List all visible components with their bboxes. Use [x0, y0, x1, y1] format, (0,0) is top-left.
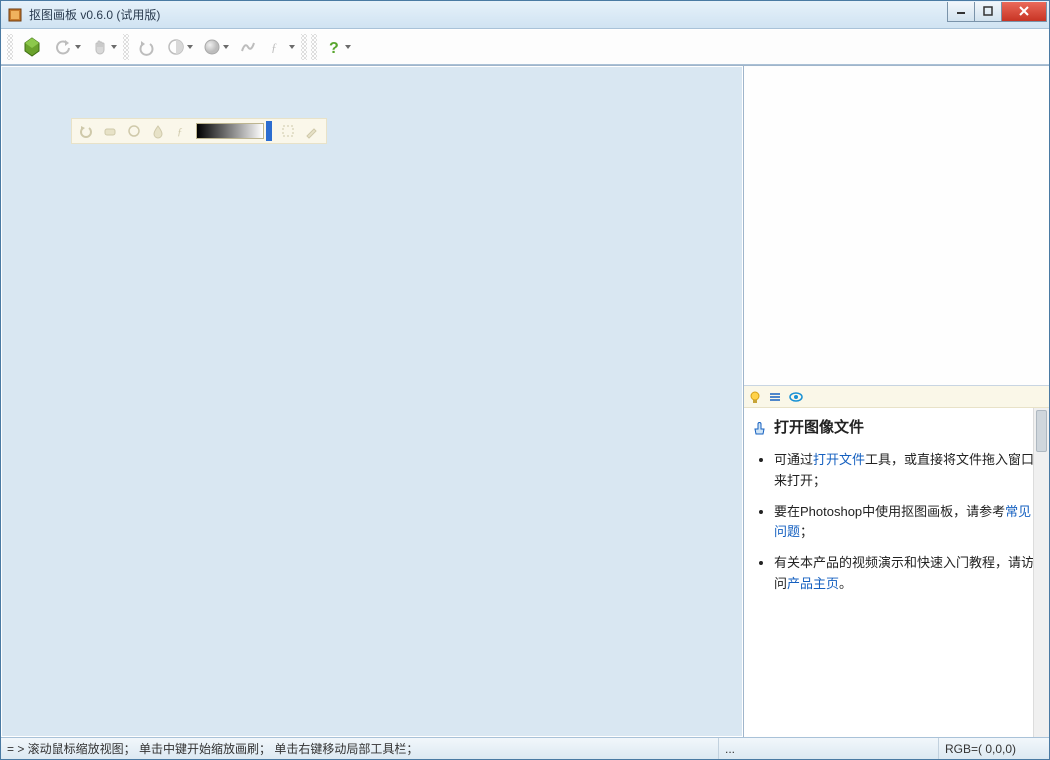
- window-buttons: [948, 2, 1047, 22]
- chevron-down-icon: [75, 45, 81, 49]
- help-header: [744, 386, 1049, 408]
- main-toolbar: ƒ ?: [1, 29, 1049, 65]
- help-item: 有关本产品的视频演示和快速入门教程，请访问产品主页。: [774, 553, 1039, 595]
- bulb-icon[interactable]: [748, 390, 762, 404]
- local-toolbar[interactable]: ƒ: [71, 118, 327, 144]
- help-icon: ?: [325, 38, 343, 56]
- chevron-down-icon: [345, 45, 351, 49]
- hand-tool-button[interactable]: [86, 34, 120, 60]
- workspace: ƒ 打开图像文件 可通过打开文件工具，或直接将文件拖入窗口来打开；: [1, 65, 1049, 737]
- help-heading-text: 打开图像文件: [774, 416, 864, 440]
- wave-icon: [239, 38, 257, 56]
- window-title: 抠图画板 v0.6.0 (试用版): [29, 6, 948, 23]
- side-panel: 打开图像文件 可通过打开文件工具，或直接将文件拖入窗口来打开； 要在Photos…: [744, 66, 1049, 737]
- statusbar: = > 滚动鼠标缩放视图； 单击中键开始缩放画刷； 单击右键移动局部工具栏； .…: [1, 737, 1049, 759]
- gradient-strip[interactable]: [196, 123, 264, 139]
- list-icon[interactable]: [768, 390, 782, 404]
- local-crop-button[interactable]: [277, 120, 299, 142]
- wave-button[interactable]: [234, 34, 262, 60]
- chevron-down-icon: [289, 45, 295, 49]
- titlebar[interactable]: 抠图画板 v0.6.0 (试用版): [1, 1, 1049, 29]
- local-drop-button[interactable]: [147, 120, 169, 142]
- chevron-down-icon: [187, 45, 193, 49]
- local-brush-button[interactable]: [301, 120, 323, 142]
- help-scrollbar[interactable]: [1033, 408, 1049, 737]
- toolbar-grip[interactable]: [123, 34, 129, 60]
- undo-button[interactable]: [50, 34, 84, 60]
- undo-icon: [137, 38, 155, 56]
- help-item: 要在Photoshop中使用抠图画板，请参考常见问题；: [774, 502, 1039, 544]
- chevron-down-icon: [223, 45, 229, 49]
- app-window: 抠图画板 v0.6.0 (试用版): [0, 0, 1050, 760]
- maximize-button[interactable]: [974, 2, 1002, 22]
- sphere-button[interactable]: [198, 34, 232, 60]
- undo2-button[interactable]: [132, 34, 160, 60]
- preview-pane[interactable]: [744, 66, 1049, 386]
- help-link-homepage[interactable]: 产品主页: [787, 576, 839, 591]
- threshold-icon: [167, 38, 185, 56]
- status-rgb: RGB=( 0,0,0): [939, 738, 1049, 759]
- open-file-button[interactable]: [16, 34, 48, 60]
- gradient-handle[interactable]: [266, 121, 272, 141]
- help-heading: 打开图像文件: [752, 416, 1039, 440]
- canvas-border: [1, 66, 743, 737]
- status-hint: = > 滚动鼠标缩放视图； 单击中键开始缩放画刷； 单击右键移动局部工具栏；: [1, 738, 719, 759]
- toolbar-grip[interactable]: [301, 34, 307, 60]
- svg-text:ƒ: ƒ: [271, 40, 277, 54]
- svg-text:?: ?: [329, 40, 339, 56]
- threshold-button[interactable]: [162, 34, 196, 60]
- local-eraser-button[interactable]: [99, 120, 121, 142]
- toolbar-grip[interactable]: [311, 34, 317, 60]
- pointing-hand-icon: [752, 419, 770, 437]
- toolbar-grip[interactable]: [7, 34, 13, 60]
- svg-text:ƒ: ƒ: [177, 126, 183, 138]
- help-body: 打开图像文件 可通过打开文件工具，或直接将文件拖入窗口来打开； 要在Photos…: [744, 408, 1049, 737]
- fx-button[interactable]: ƒ: [264, 34, 298, 60]
- eye-icon[interactable]: [788, 390, 804, 404]
- canvas-pane[interactable]: ƒ: [1, 66, 744, 737]
- sphere-icon: [203, 38, 221, 56]
- help-button[interactable]: ?: [320, 34, 354, 60]
- hand-icon: [91, 38, 109, 56]
- local-fx-button[interactable]: ƒ: [171, 120, 193, 142]
- help-link-open-file[interactable]: 打开文件: [813, 452, 865, 467]
- local-circle-button[interactable]: [123, 120, 145, 142]
- fx-icon: ƒ: [269, 38, 287, 56]
- help-item: 可通过打开文件工具，或直接将文件拖入窗口来打开；: [774, 450, 1039, 492]
- close-button[interactable]: [1001, 2, 1047, 22]
- status-mid: ...: [719, 738, 939, 759]
- local-undo-button[interactable]: [75, 120, 97, 142]
- minimize-button[interactable]: [947, 2, 975, 22]
- chevron-down-icon: [111, 45, 117, 49]
- help-list: 可通过打开文件工具，或直接将文件拖入窗口来打开； 要在Photoshop中使用抠…: [752, 450, 1039, 595]
- undo-icon: [55, 38, 73, 56]
- app-icon: [7, 7, 23, 23]
